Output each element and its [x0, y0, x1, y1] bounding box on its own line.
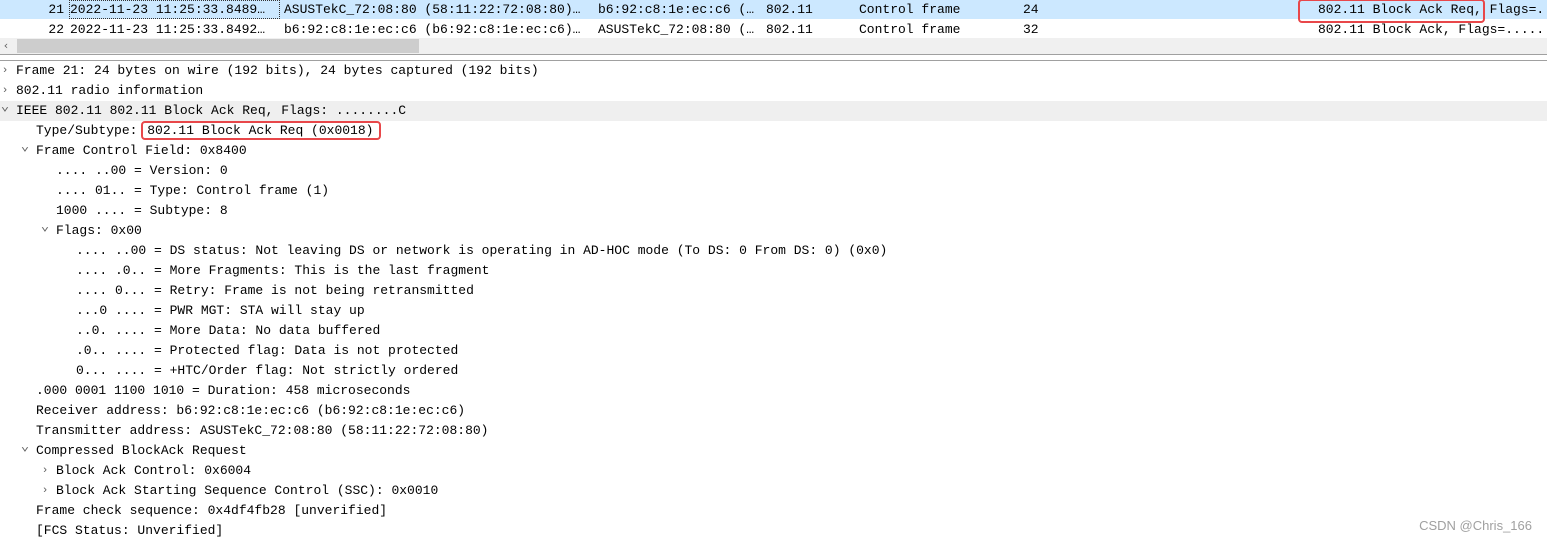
tree-item-label: Block Ack Starting Sequence Control (SSC…: [56, 483, 439, 498]
tree-item[interactable]: ...0 .... = PWR MGT: STA will stay up: [0, 301, 1547, 321]
tree-item[interactable]: Receiver address: b6:92:c8:1e:ec:c6 (b6:…: [0, 401, 1547, 421]
scroll-left-arrow-icon[interactable]: ‹: [0, 38, 12, 54]
tree-item[interactable]: .... ..00 = DS status: Not leaving DS or…: [0, 241, 1547, 261]
tree-item[interactable]: ⌄ IEEE 802.11 802.11 Block Ack Req, Flags…: [0, 99, 1547, 121]
cell-no: 21: [48, 2, 64, 17]
tree-item-label: Frame Control Field: 0x8400: [36, 143, 247, 158]
chevron-down-icon[interactable]: ⌄: [19, 137, 31, 157]
watermark: CSDN @Chris_166: [1419, 518, 1532, 533]
tree-item-label: Frame check sequence: 0x4df4fb28 [unveri…: [36, 503, 388, 518]
tree-item[interactable]: ⌄ Compressed BlockAck Request: [0, 439, 1547, 461]
tree-item[interactable]: .... .0.. = More Fragments: This is the …: [0, 261, 1547, 281]
cell-info: 802.11 Block Ack, Flags=.....: [1318, 22, 1545, 37]
cell-source: ASUSTekC_72:08:80 (58:11:22:72:08:80)…: [284, 2, 581, 17]
tree-item[interactable]: Type/Subtype: 802.11 Block Ack Req (0x00…: [0, 121, 1547, 141]
tree-item[interactable]: › 802.11 radio information: [0, 81, 1547, 101]
cell-protocol: 802.11: [766, 2, 813, 17]
horizontal-scrollbar[interactable]: ‹: [0, 38, 1547, 54]
tree-item[interactable]: Frame check sequence: 0x4df4fb28 [unveri…: [0, 501, 1547, 521]
pane-splitter[interactable]: [0, 54, 1547, 55]
tree-item[interactable]: 0... .... = +HTC/Order flag: Not strictl…: [0, 361, 1547, 381]
tree-item[interactable]: .... ..00 = Version: 0: [0, 161, 1547, 181]
packet-row[interactable]: 22 2022-11-23 11:25:33.8492… b6:92:c8:1e:e…: [0, 20, 1547, 39]
tree-item-label: Receiver address: b6:92:c8:1e:ec:c6 (b6:…: [36, 403, 466, 418]
tree-item[interactable]: 1000 .... = Subtype: 8: [0, 201, 1547, 221]
tree-item-label: IEEE 802.11 802.11 Block Ack Req, Flags:…: [16, 103, 407, 118]
cell-length: 32: [1023, 22, 1039, 37]
tree-item-label: 0... .... = +HTC/Order flag: Not strictl…: [76, 363, 459, 378]
tree-item[interactable]: .... 01.. = Type: Control frame (1): [0, 181, 1547, 201]
tree-item-label: Frame 21: 24 bytes on wire (192 bits), 2…: [16, 63, 539, 78]
tree-item-label: .... ..00 = Version: 0: [56, 163, 228, 178]
tree-item-label: .... 01.. = Type: Control frame (1): [56, 183, 330, 198]
chevron-down-icon[interactable]: ⌄: [39, 217, 51, 237]
cell-type: Control frame: [859, 2, 961, 17]
chevron-down-icon[interactable]: ⌄: [0, 97, 11, 117]
tree-item-label: Compressed BlockAck Request: [36, 443, 247, 458]
tree-item-label: 1000 .... = Subtype: 8: [56, 203, 228, 218]
cell-length: 24: [1023, 2, 1039, 17]
tree-item-label: .000 0001 1100 1010 = Duration: 458 micr…: [36, 383, 411, 398]
tree-item-label: 802.11 radio information: [16, 83, 204, 98]
chevron-right-icon[interactable]: ›: [39, 461, 51, 481]
tree-item-label: .... ..00 = DS status: Not leaving DS or…: [76, 243, 888, 258]
packet-row[interactable]: 21 2022-11-23 11:25:33.8489… ASUSTekC_72:0…: [0, 0, 1547, 23]
tree-item[interactable]: ⌄ Flags: 0x00: [0, 219, 1547, 241]
tree-item-label: Flags: 0x00: [56, 223, 142, 238]
cell-time: 2022-11-23 11:25:33.8489…: [69, 0, 280, 19]
tree-item[interactable]: ⌄ Frame Control Field: 0x8400: [0, 139, 1547, 161]
tree-item[interactable]: › Block Ack Starting Sequence Control (SS…: [0, 481, 1547, 501]
tree-item[interactable]: .000 0001 1100 1010 = Duration: 458 micr…: [0, 381, 1547, 401]
tree-item-label: [FCS Status: Unverified]: [36, 523, 224, 538]
tree-item-label: Type/Subtype:: [36, 123, 146, 138]
cell-protocol: 802.11: [766, 22, 813, 37]
tree-item[interactable]: [FCS Status: Unverified]: [0, 521, 1547, 541]
tree-item[interactable]: ..0. .... = More Data: No data buffered: [0, 321, 1547, 341]
tree-item-label: Transmitter address: ASUSTekC_72:08:80 (…: [36, 423, 489, 438]
tree-item[interactable]: .0.. .... = Protected flag: Data is not …: [0, 341, 1547, 361]
chevron-right-icon[interactable]: ›: [39, 481, 51, 501]
chevron-down-icon[interactable]: ⌄: [19, 437, 31, 457]
packet-details-tree: › Frame 21: 24 bytes on wire (192 bits), …: [0, 61, 1547, 541]
cell-time: 2022-11-23 11:25:33.8492…: [70, 22, 266, 37]
tree-item[interactable]: › Frame 21: 24 bytes on wire (192 bits), …: [0, 61, 1547, 81]
tree-item-label: ...0 .... = PWR MGT: STA will stay up: [76, 303, 365, 318]
tree-item-label: ..0. .... = More Data: No data buffered: [76, 323, 381, 338]
tree-item[interactable]: › Block Ack Control: 0x6004: [0, 461, 1547, 481]
tree-item-label: .0.. .... = Protected flag: Data is not …: [76, 343, 459, 358]
chevron-right-icon[interactable]: ›: [0, 61, 11, 81]
cell-destination: b6:92:c8:1e:ec:c6 (…: [598, 2, 755, 17]
tree-item-label: Block Ack Control: 0x6004: [56, 463, 252, 478]
tree-item-label: .... .0.. = More Fragments: This is the …: [76, 263, 490, 278]
scrollbar-thumb[interactable]: [17, 39, 419, 53]
tree-item-label: .... 0... = Retry: Frame is not being re…: [76, 283, 474, 298]
tree-item[interactable]: .... 0... = Retry: Frame is not being re…: [0, 281, 1547, 301]
tree-item[interactable]: Transmitter address: ASUSTekC_72:08:80 (…: [0, 421, 1547, 441]
cell-no: 22: [48, 22, 64, 37]
cell-destination: ASUSTekC_72:08:80 (…: [598, 22, 755, 37]
cell-source: b6:92:c8:1e:ec:c6 (b6:92:c8:1e:ec:c6)…: [284, 22, 581, 37]
highlighted-value: 802.11 Block Ack Req (0x0018): [141, 121, 382, 140]
cell-type: Control frame: [859, 22, 961, 37]
